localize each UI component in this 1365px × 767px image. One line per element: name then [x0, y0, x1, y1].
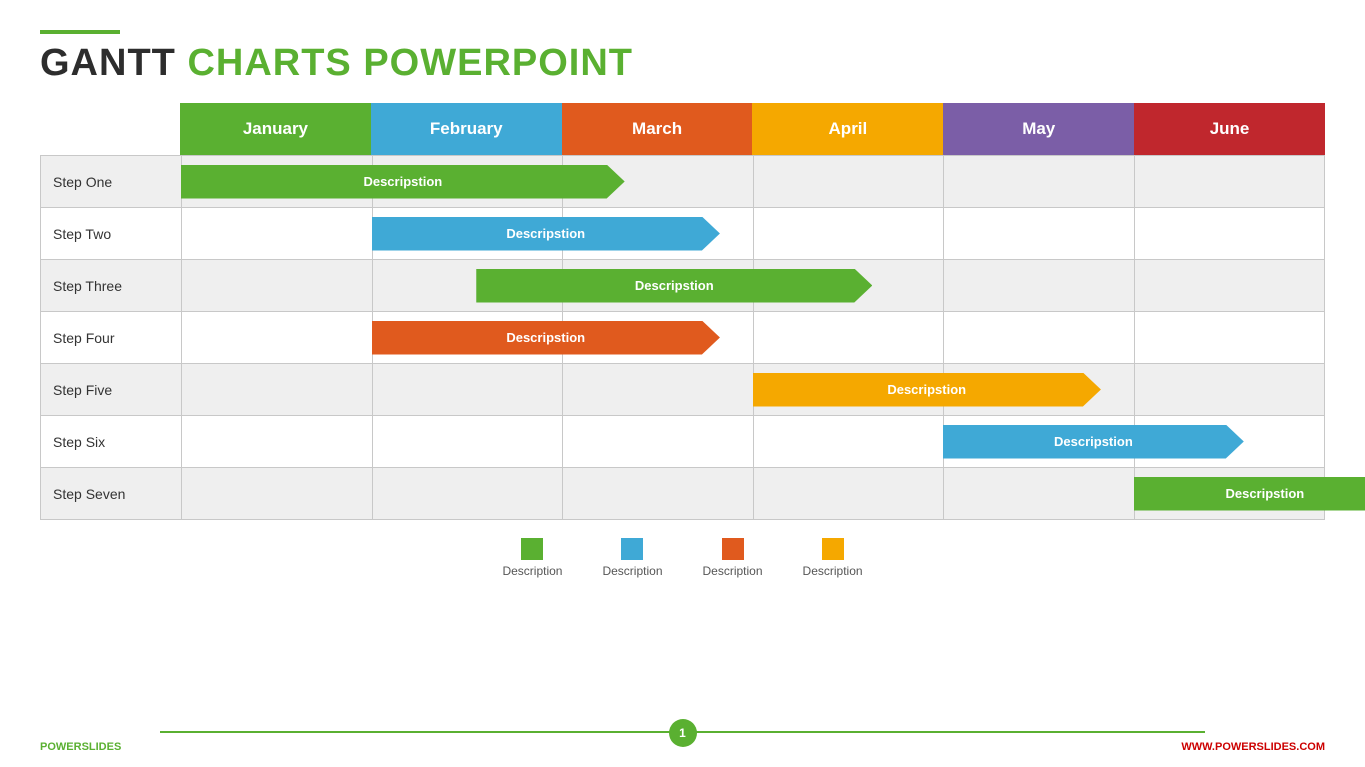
gantt-cell [181, 468, 372, 519]
step-label-2: Step Two [41, 226, 181, 242]
legend-color-1 [521, 538, 543, 560]
gantt-cell [943, 312, 1134, 363]
title-area: GANTT CHARTS POWERPOINT [40, 30, 1325, 85]
gantt-cells-5: Descripstion [181, 364, 1324, 415]
step-label-4: Step Four [41, 330, 181, 346]
footer-url: WWW.POWERSLIDES.COM [1181, 741, 1325, 753]
gantt-cell [753, 468, 944, 519]
title-part2: CHARTS POWERPOINT [187, 42, 633, 84]
gantt-cell [1134, 312, 1325, 363]
gantt-cell [181, 156, 372, 207]
gantt-cell [753, 416, 944, 467]
gantt-cell [372, 156, 563, 207]
gantt-cell [1134, 468, 1325, 519]
gantt-cells-4: Descripstion [181, 312, 1324, 363]
gantt-cell [753, 156, 944, 207]
gantt-cell [181, 416, 372, 467]
legend-item-3: Description [703, 538, 763, 578]
gantt-cell [753, 364, 944, 415]
month-cell-february: February [371, 103, 562, 155]
gantt-cell [1134, 416, 1325, 467]
gantt-cell [562, 364, 753, 415]
gantt-cell [181, 364, 372, 415]
gantt-cells-6: Descripstion [181, 416, 1324, 467]
gantt-cell [372, 364, 563, 415]
gantt-cells-3: Descripstion [181, 260, 1324, 311]
gantt-row-2: Step TwoDescripstion [41, 207, 1324, 259]
legend-color-3 [722, 538, 744, 560]
legend-label-2: Description [602, 564, 662, 578]
footer-brand-part2: SLIDES [82, 741, 122, 753]
gantt-cell [181, 312, 372, 363]
month-cell-june: June [1134, 103, 1325, 155]
gantt-cell [1134, 156, 1325, 207]
gantt-row-4: Step FourDescripstion [41, 311, 1324, 363]
step-label-3: Step Three [41, 278, 181, 294]
step-label-1: Step One [41, 174, 181, 190]
gantt-cell [562, 156, 753, 207]
month-cell-april: April [752, 103, 943, 155]
gantt-cell [1134, 260, 1325, 311]
gantt-chart: JanuaryFebruaryMarchAprilMayJune Step On… [40, 103, 1325, 520]
gantt-cell [562, 416, 753, 467]
gantt-cell [753, 260, 944, 311]
gantt-row-7: Step SevenDescripstion [41, 467, 1324, 519]
month-cell-january: January [180, 103, 371, 155]
legend-label-3: Description [703, 564, 763, 578]
gantt-cell [562, 208, 753, 259]
gantt-cell [372, 468, 563, 519]
page: GANTT CHARTS POWERPOINT JanuaryFebruaryM… [0, 0, 1365, 767]
gantt-cell [753, 208, 944, 259]
gantt-cell [372, 260, 563, 311]
gantt-cell [943, 416, 1134, 467]
gantt-row-5: Step FiveDescripstion [41, 363, 1324, 415]
gantt-cell [943, 208, 1134, 259]
gantt-row-6: Step SixDescripstion [41, 415, 1324, 467]
gantt-cells-2: Descripstion [181, 208, 1324, 259]
footer-brand: POWERSLIDES [40, 741, 121, 753]
legend-color-2 [621, 538, 643, 560]
legend-item-4: Description [803, 538, 863, 578]
gantt-cell [1134, 364, 1325, 415]
gantt-row-3: Step ThreeDescripstion [41, 259, 1324, 311]
gantt-cell [181, 208, 372, 259]
gantt-cell [372, 208, 563, 259]
gantt-cells-1: Descripstion [181, 156, 1324, 207]
step-label-5: Step Five [41, 382, 181, 398]
gantt-cell [562, 312, 753, 363]
gantt-cell [372, 312, 563, 363]
legend-item-2: Description [602, 538, 662, 578]
footer-brand-part1: POWER [40, 741, 82, 753]
title-part1: GANTT [40, 42, 187, 84]
gantt-cell [562, 468, 753, 519]
gantt-cell [943, 364, 1134, 415]
gantt-row-1: Step OneDescripstion [41, 155, 1324, 207]
legend-label-1: Description [502, 564, 562, 578]
footer: POWERSLIDES 1 WWW.POWERSLIDES.COM [40, 741, 1325, 753]
gantt-cell [562, 260, 753, 311]
month-cell-march: March [562, 103, 753, 155]
gantt-cell [943, 260, 1134, 311]
gantt-body: Step OneDescripstionStep TwoDescripstion… [40, 155, 1325, 520]
legend: Description Description Description Descrip… [40, 538, 1325, 578]
title-decoration [40, 30, 120, 34]
gantt-cell [372, 416, 563, 467]
gantt-cell [1134, 208, 1325, 259]
step-label-7: Step Seven [41, 486, 181, 502]
month-cell-may: May [943, 103, 1134, 155]
step-label-6: Step Six [41, 434, 181, 450]
page-number: 1 [669, 719, 697, 747]
gantt-cell [753, 312, 944, 363]
month-headers: JanuaryFebruaryMarchAprilMayJune [180, 103, 1325, 155]
legend-item-1: Description [502, 538, 562, 578]
gantt-cell [943, 156, 1134, 207]
page-title: GANTT CHARTS POWERPOINT [40, 42, 1325, 85]
legend-label-4: Description [803, 564, 863, 578]
gantt-cell [943, 468, 1134, 519]
legend-color-4 [822, 538, 844, 560]
gantt-cells-7: Descripstion [181, 468, 1324, 519]
gantt-cell [181, 260, 372, 311]
